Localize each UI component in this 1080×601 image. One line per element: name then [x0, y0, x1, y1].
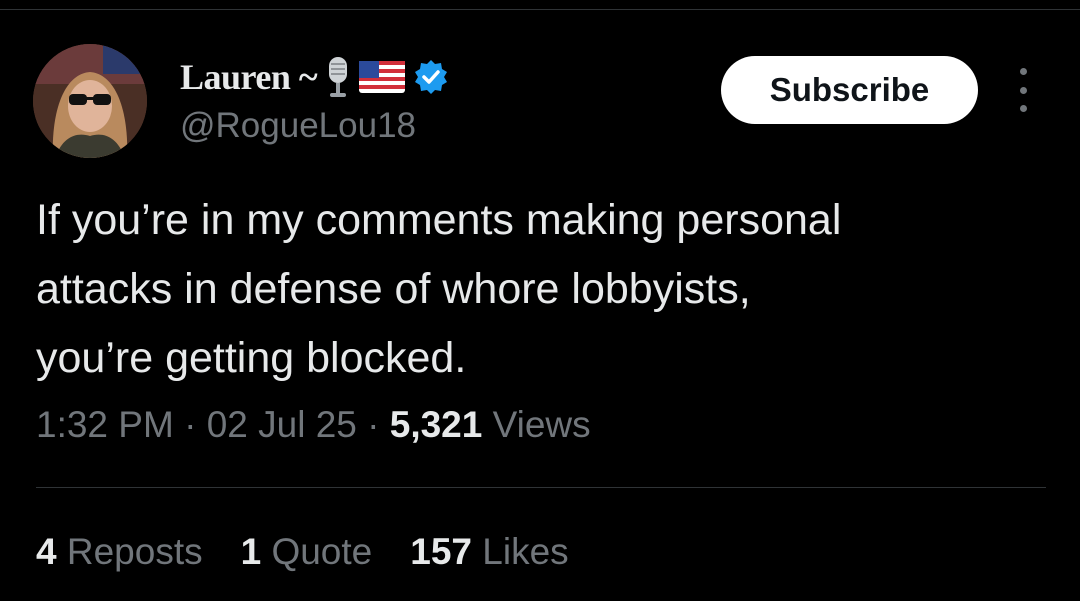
more-dot — [1019, 105, 1027, 112]
subscribe-button[interactable]: Subscribe — [721, 56, 978, 124]
more-dot — [1019, 68, 1027, 75]
reposts-stat[interactable]: 4 Reposts — [36, 531, 203, 573]
avatar[interactable] — [33, 44, 147, 158]
reposts-count: 4 — [36, 531, 57, 572]
reposts-label: Reposts — [66, 531, 203, 572]
views-label: Views — [492, 404, 591, 445]
more-options-icon[interactable] — [1008, 68, 1038, 112]
engagement-stats: 4 Reposts 1 Quote 157 Likes — [36, 531, 607, 573]
likes-count: 157 — [410, 531, 472, 572]
tweet-text: If you’re in my comments making personal… — [36, 196, 842, 382]
views-count: 5,321 — [389, 404, 483, 445]
tweet-meta: 1:32 PM · 02 Jul 25 · 5,321 Views — [36, 404, 591, 446]
meta-separator: · — [367, 404, 380, 445]
author-handle[interactable]: @RogueLou18 — [180, 106, 416, 146]
more-dot — [1019, 86, 1027, 94]
author-name-row[interactable]: Lauren ~ — [180, 54, 449, 100]
us-flag-icon — [359, 61, 406, 93]
microphone-icon — [325, 55, 351, 99]
quote-stat[interactable]: 1 Quote — [241, 531, 373, 573]
likes-label: Likes — [482, 531, 569, 572]
quote-count: 1 — [240, 531, 262, 572]
tweet-time[interactable]: 1:32 PM — [36, 404, 174, 445]
tweet-date[interactable]: 02 Jul 25 — [207, 404, 357, 445]
top-divider — [0, 9, 1080, 10]
likes-stat[interactable]: 157 Likes — [410, 531, 568, 573]
verified-badge-icon[interactable] — [413, 59, 449, 95]
stats-divider — [36, 487, 1046, 488]
quote-label: Quote — [271, 531, 373, 572]
display-name[interactable]: Lauren ~ — [180, 56, 318, 98]
meta-separator: · — [184, 404, 197, 445]
